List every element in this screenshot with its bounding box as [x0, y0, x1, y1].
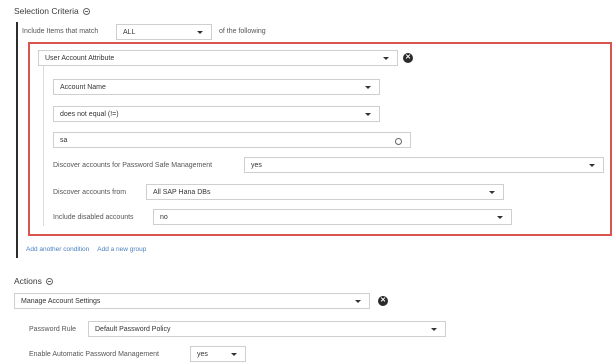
include-disabled-select[interactable]: no — [153, 209, 512, 225]
chevron-down-icon — [589, 164, 595, 167]
actions-title: Actions — [14, 276, 42, 286]
condition-value-input[interactable]: sa — [53, 132, 411, 148]
action-value: Manage Account Settings — [21, 297, 101, 305]
chevron-down-icon — [365, 113, 371, 116]
discover-pwd-label: Discover accounts for Password Safe Mana… — [53, 162, 213, 169]
password-rule-value: Default Password Policy — [95, 325, 171, 333]
selection-criteria-header: Selection Criteria — [14, 6, 90, 16]
discover-from-label: Discover accounts from — [53, 189, 127, 196]
auto-mgmt-select[interactable]: yes — [190, 346, 246, 362]
add-condition-link[interactable]: Add another condition — [26, 246, 89, 253]
add-group-link[interactable]: Add a new group — [97, 246, 146, 253]
condition-attribute-value: User Account Attribute — [45, 54, 115, 62]
condition-links: Add another condition Add a new group — [26, 246, 146, 253]
chevron-down-icon — [489, 191, 495, 194]
discover-pwd-value: yes — [251, 161, 262, 169]
condition-attribute-select[interactable]: User Account Attribute — [38, 50, 398, 66]
chevron-down-icon — [197, 31, 203, 34]
remove-action-icon[interactable]: ✕ — [378, 296, 388, 306]
actions-header: Actions — [14, 276, 53, 286]
action-select[interactable]: Manage Account Settings — [14, 293, 370, 309]
discover-from-select[interactable]: All SAP Hana DBs — [146, 184, 504, 200]
chevron-down-icon — [431, 328, 437, 331]
discover-pwd-select[interactable]: yes — [244, 157, 604, 173]
account-field-value: Account Name — [60, 83, 106, 91]
match-select[interactable]: ALL — [116, 24, 212, 40]
collapse-actions-icon[interactable] — [45, 277, 53, 285]
remove-condition-icon[interactable]: ✕ — [403, 53, 413, 63]
include-disabled-label: Include disabled accounts — [53, 214, 134, 221]
chevron-down-icon — [231, 353, 237, 356]
chevron-down-icon — [365, 86, 371, 89]
chevron-down-icon — [355, 300, 361, 303]
chevron-down-icon — [497, 216, 503, 219]
discover-from-value: All SAP Hana DBs — [153, 188, 211, 196]
condition-value-text: sa — [60, 136, 68, 144]
operator-value: does not equal (!=) — [60, 110, 119, 118]
password-rule-label: Password Rule — [29, 326, 77, 333]
include-items-label: Include Items that match — [22, 28, 99, 35]
condition-inner-line — [43, 66, 44, 226]
selection-criteria-title: Selection Criteria — [14, 6, 79, 16]
collapse-selection-icon[interactable] — [82, 7, 90, 15]
of-following-label: of the following — [219, 28, 266, 35]
clear-input-icon[interactable] — [395, 138, 402, 145]
operator-select[interactable]: does not equal (!=) — [53, 106, 380, 122]
account-field-select[interactable]: Account Name — [53, 79, 380, 95]
match-select-value: ALL — [123, 28, 136, 36]
auto-mgmt-label: Enable Automatic Password Management — [29, 351, 159, 358]
password-rule-select[interactable]: Default Password Policy — [88, 321, 446, 337]
chevron-down-icon — [383, 57, 389, 60]
include-disabled-value: no — [160, 213, 168, 221]
auto-mgmt-value: yes — [197, 350, 208, 358]
criteria-group-line — [16, 22, 18, 258]
